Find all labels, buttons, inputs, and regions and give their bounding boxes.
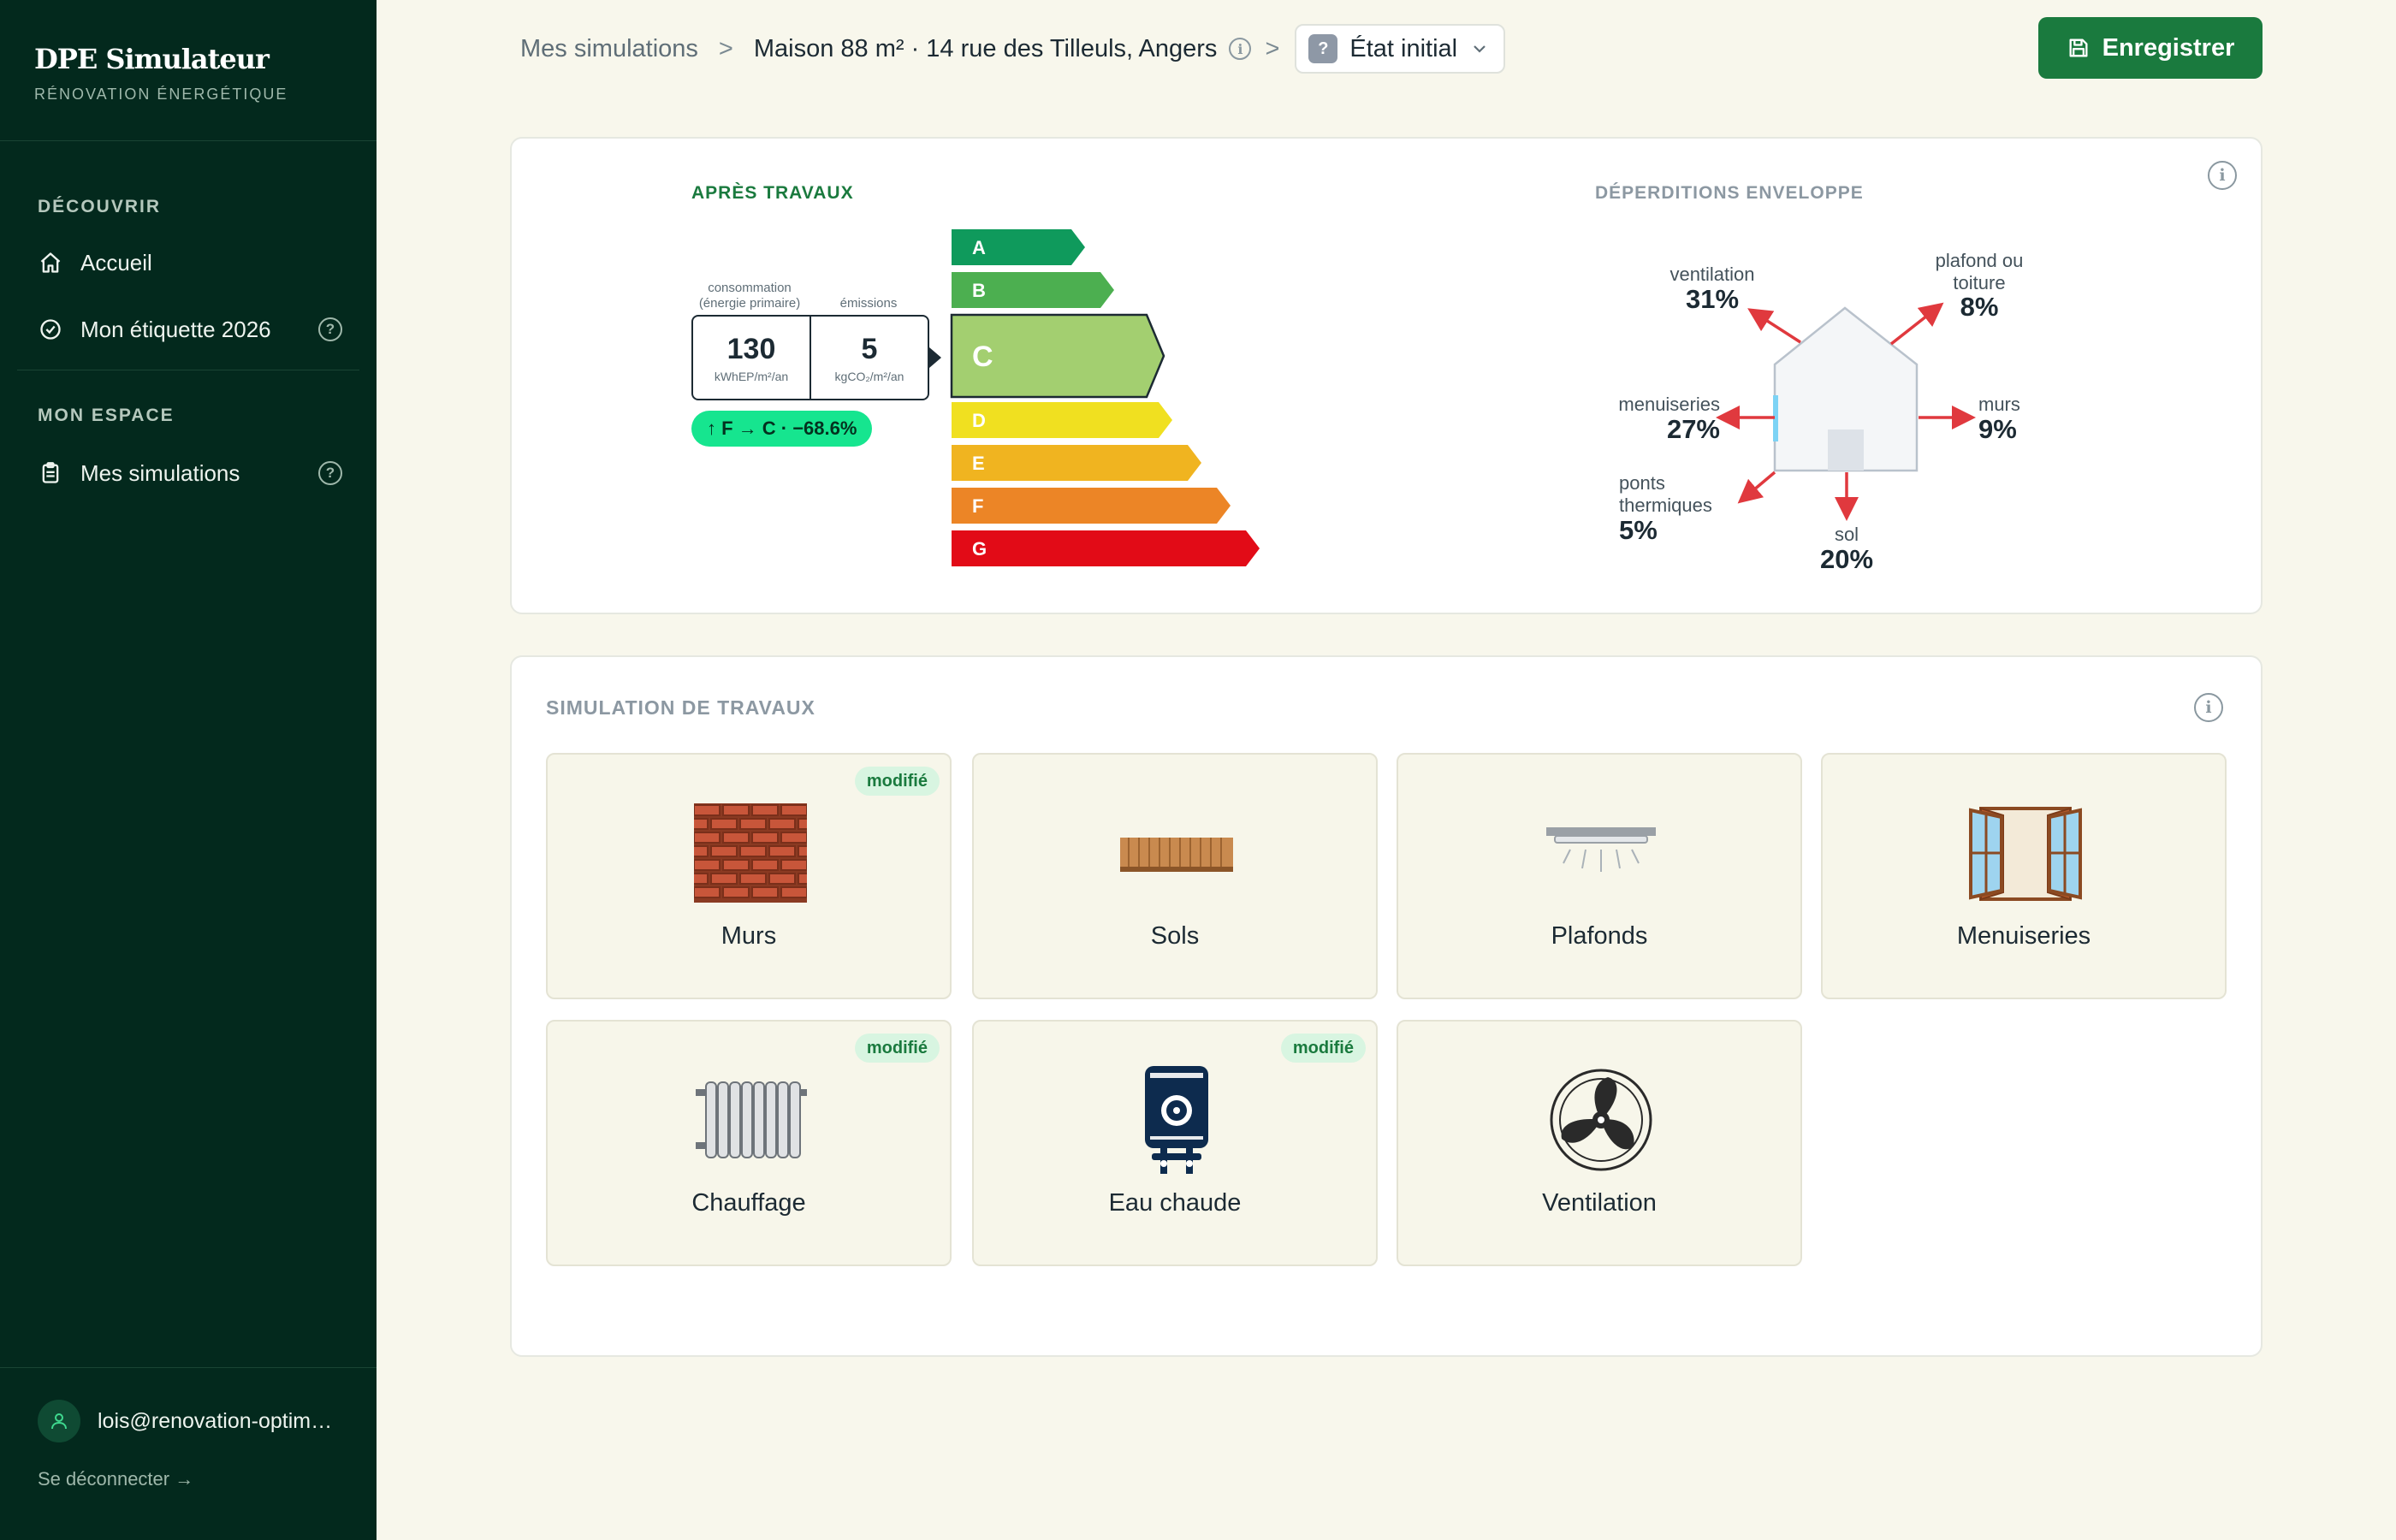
state-status-icon: ? [1308,34,1338,63]
dpe-values-box: 130 kWhEP/m²/an 5 kgCO₂/m²/an [691,315,929,400]
brand-subtitle: RÉNOVATION ÉNERGÉTIQUE [34,86,288,103]
work-tile-hot-water[interactable]: modifié Eau chaude [972,1020,1378,1266]
brick-wall-icon [673,797,827,909]
losses-label: DÉPERDITIONS ENVELOPPE [1595,183,1864,203]
sidebar-item-accueil[interactable]: Accueil [38,241,342,284]
user-icon [38,1400,80,1442]
clipboard-icon [38,460,63,486]
wood-floor-icon [1100,797,1254,909]
ceiling-light-icon [1524,797,1678,909]
class-gain-badge: ↑ F → C · −68.6% [691,411,873,447]
save-button[interactable]: Enregistrer [2038,17,2263,79]
tile-label: Chauffage [691,1189,806,1217]
sidebar-item-simulations[interactable]: Mes simulations ? [38,452,342,495]
loss-floor: sol 20% [1819,524,1874,574]
sidebar-item-label: Mon étiquette 2026 [80,316,271,342]
help-icon[interactable]: ? [318,461,342,485]
home-icon [38,250,63,275]
info-icon[interactable]: i [1229,38,1252,60]
emissions-value: 5 [861,332,878,365]
work-tile-ventilation[interactable]: Ventilation [1397,1020,1802,1266]
radiator-icon [673,1064,827,1176]
brand-logo[interactable]: DPE Simulateur [34,43,270,75]
sidebar: DPE Simulateur RÉNOVATION ÉNERGÉTIQUE DÉ… [0,0,377,1540]
modified-badge: modifié [1280,1034,1366,1063]
modified-badge: modifié [854,1034,940,1063]
work-tile-floors[interactable]: Sols [972,753,1378,999]
sidebar-section-title: DÉCOUVRIR [38,197,162,216]
breadcrumb-separator: > [718,34,733,62]
consumption-unit: kWhEP/m²/an [714,369,789,383]
loss-roof: plafond ou toiture 8% [1935,250,2024,322]
sidebar-item-etiquette[interactable]: Mon étiquette 2026 ? [38,308,342,351]
user-account[interactable]: lois@renovation-optim… [38,1400,332,1442]
state-dropdown[interactable]: ? État initial [1295,24,1506,74]
state-value: État initial [1349,34,1458,62]
pointer-icon [929,347,941,368]
loss-ventilation: ventilation 31% [1669,264,1755,314]
breadcrumb-simulations[interactable]: Mes simulations [520,35,698,63]
sidebar-section-title: MON ESPACE [38,406,175,425]
check-circle-icon [38,317,63,342]
sidebar-divider [0,140,377,141]
modified-badge: modifié [854,767,940,796]
tile-label: Eau chaude [1108,1189,1242,1217]
save-icon [2067,36,2091,60]
breadcrumb-separator: > [1265,34,1280,62]
work-tile-walls[interactable]: modifié Murs [546,753,952,999]
sidebar-divider [0,1367,377,1368]
consumption-caption: consommation (énergie primaire) [698,281,801,311]
info-icon[interactable]: i [2208,161,2237,190]
window-icon [1948,797,2102,909]
sidebar-item-label: Mes simulations [80,459,240,486]
breadcrumb-property: Maison 88 m² · 14 rue des Tilleuls, Ange… [753,34,1218,62]
loss-walls: murs 9% [1978,394,2020,444]
chevron-down-icon [1471,40,1488,57]
work-tile-windows[interactable]: Menuiseries [1821,753,2227,999]
loss-thermal-bridges: ponts thermiques 5% [1619,472,1712,545]
water-heater-icon [1100,1064,1254,1176]
tile-label: Sols [1150,922,1200,950]
work-tile-ceilings[interactable]: Plafonds [1397,753,1802,999]
tile-label: Murs [721,922,777,950]
fan-icon [1524,1064,1678,1176]
emissions-cell: 5 kgCO₂/m²/an [810,317,928,399]
work-tile-heating[interactable]: modifié Chauffage [546,1020,952,1266]
emissions-unit: kgCO₂/m²/an [834,369,904,383]
help-icon[interactable]: ? [318,317,342,341]
logout-link[interactable]: Se déconnecter → [38,1468,193,1490]
consumption-value: 130 [727,332,776,365]
after-works-label: APRÈS TRAVAUX [691,183,854,203]
tile-label: Plafonds [1551,922,1648,950]
save-button-label: Enregistrer [2102,33,2235,62]
consumption-cell: 130 kWhEP/m²/an [693,317,810,399]
tile-label: Ventilation [1542,1189,1657,1217]
info-icon[interactable]: i [2194,693,2223,722]
tile-label: Menuiseries [1956,922,2091,950]
sidebar-item-label: Accueil [80,249,152,275]
user-email: lois@renovation-optim… [98,1408,333,1433]
works-section-title: SIMULATION DE TRAVAUX [546,696,815,719]
breadcrumb: Mes simulations > Maison 88 m² · 14 rue … [520,24,1506,74]
loss-windows: menuiseries 27% [1618,394,1720,444]
emissions-caption: émissions [839,296,898,311]
